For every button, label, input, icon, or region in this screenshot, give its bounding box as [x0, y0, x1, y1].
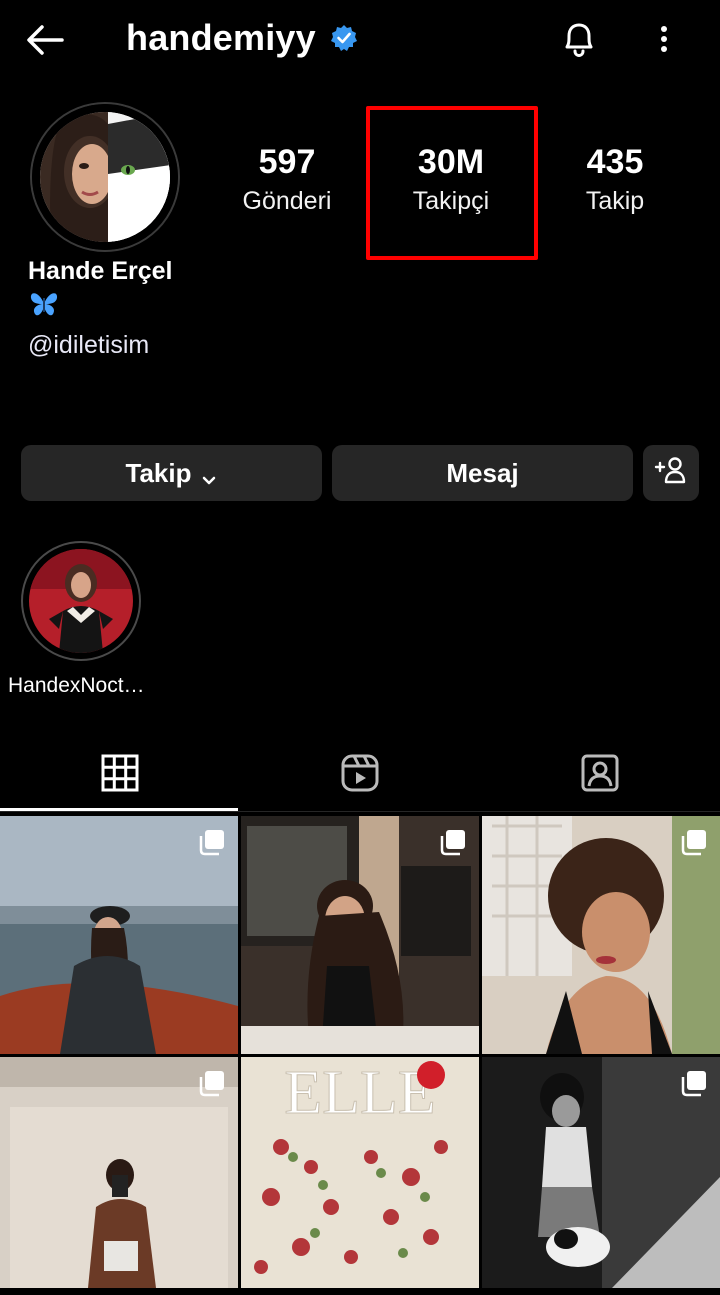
multiple-photos-icon [198, 828, 226, 856]
more-vertical-icon[interactable] [650, 18, 678, 62]
message-button[interactable]: Mesaj [332, 445, 633, 501]
tab-divider [0, 811, 720, 812]
post-thumbnail[interactable] [241, 816, 479, 1054]
suggest-user-button[interactable] [643, 445, 699, 501]
verified-badge-icon [330, 24, 358, 52]
multiple-photos-icon [680, 1069, 708, 1097]
tab-posts-grid[interactable] [0, 740, 240, 810]
chevron-down-icon [201, 465, 217, 485]
reels-icon [340, 753, 380, 798]
post-thumbnail[interactable] [0, 1057, 238, 1295]
bell-icon[interactable] [556, 16, 602, 62]
tab-reels[interactable] [240, 740, 480, 810]
post-thumbnail[interactable] [0, 816, 238, 1054]
posts-count: 597 [258, 143, 316, 181]
annotation-highlight-box [366, 106, 538, 260]
add-user-icon [654, 455, 688, 492]
post-thumbnail[interactable] [482, 1057, 720, 1295]
profile-handle-link[interactable]: @idiletisim [28, 328, 149, 362]
profile-avatar[interactable] [30, 102, 180, 252]
post-thumbnail[interactable] [482, 816, 720, 1054]
following-count: 435 [586, 143, 644, 181]
tab-tagged[interactable] [480, 740, 720, 810]
stat-following[interactable]: 435 Takip [540, 142, 690, 216]
tagged-icon [580, 753, 620, 798]
profile-display-name: Hande Erçel [28, 257, 173, 285]
message-button-label: Mesaj [446, 457, 519, 488]
story-highlight[interactable] [21, 541, 141, 661]
story-highlight-cover [29, 549, 133, 653]
post-thumbnail[interactable]: ELLE [241, 1057, 479, 1295]
multiple-photos-icon [680, 828, 708, 856]
posts-label: Gönderi [242, 187, 332, 215]
grid-icon [101, 754, 139, 797]
following-label: Takip [585, 187, 645, 215]
stat-posts[interactable]: 597 Gönderi [212, 142, 362, 216]
follow-button[interactable]: Takip [21, 445, 322, 501]
butterfly-icon [28, 290, 60, 318]
multiple-photos-icon [439, 828, 467, 856]
profile-username: handemiyy [126, 17, 316, 58]
story-highlight-label: HandexNoct… [8, 674, 145, 697]
multiple-photos-icon [198, 1069, 226, 1097]
follow-button-label: Takip [125, 457, 192, 488]
back-arrow-icon[interactable] [22, 18, 66, 62]
svg-text:ELLE: ELLE [284, 1059, 436, 1127]
